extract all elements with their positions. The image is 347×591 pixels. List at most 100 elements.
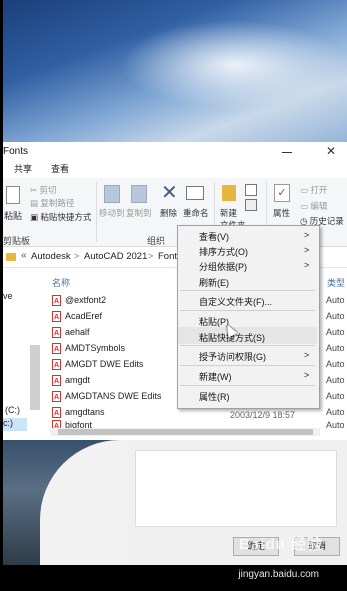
breadcrumb-autocad[interactable]: AutoCAD 2021 bbox=[84, 251, 147, 262]
open-icon: ▭ bbox=[300, 185, 311, 195]
address-overflow-chevron[interactable]: « bbox=[21, 250, 27, 261]
column-header-name[interactable]: 名称 bbox=[52, 276, 70, 289]
file-type: Auto bbox=[326, 375, 345, 385]
ribbon-separator bbox=[96, 182, 97, 242]
open-button[interactable]: ▭ 打开 bbox=[300, 184, 327, 196]
move-to-button[interactable]: 移动到 bbox=[99, 207, 125, 219]
file-type: Auto bbox=[326, 295, 345, 305]
nav-item-selected[interactable]: c:) bbox=[3, 418, 27, 431]
font-file-icon: A bbox=[52, 407, 61, 419]
minimize-button[interactable] bbox=[282, 152, 292, 153]
menu-item-sort-by[interactable]: 排序方式(O) bbox=[199, 245, 248, 258]
cut-label: 剪切 bbox=[39, 185, 57, 195]
horizontal-scrollbar-thumb[interactable] bbox=[58, 429, 313, 435]
copy-to-button[interactable]: 复制到 bbox=[126, 207, 152, 219]
rename-icon bbox=[186, 186, 204, 200]
easy-access-icon[interactable] bbox=[245, 199, 257, 211]
menu-separator bbox=[180, 385, 315, 386]
font-file-icon: A bbox=[52, 327, 61, 339]
menu-item-customize-folder[interactable]: 自定义文件夹(F)... bbox=[199, 295, 272, 308]
font-file-icon: A bbox=[52, 295, 61, 307]
submenu-arrow-icon: > bbox=[304, 230, 310, 240]
submenu-arrow-icon: > bbox=[304, 370, 310, 380]
nav-item-c-drive[interactable]: (C:) bbox=[5, 405, 20, 415]
properties-button[interactable]: 属性 bbox=[273, 207, 290, 219]
copy-to-icon bbox=[131, 185, 147, 203]
submenu-arrow-icon: > bbox=[304, 260, 310, 270]
watermark-footer: Baidu 经验 jingyan.baidu.com bbox=[0, 536, 347, 591]
file-name: amgdt bbox=[65, 375, 91, 385]
file-type: Auto bbox=[326, 391, 345, 401]
file-type: Auto bbox=[326, 407, 345, 417]
breadcrumb-separator: > bbox=[74, 251, 80, 261]
file-name: AMGDT DWE Edits bbox=[65, 359, 144, 369]
file-date: 2003/12/9 18:57 bbox=[230, 410, 296, 420]
open-label: 打开 bbox=[310, 185, 328, 195]
tab-view[interactable]: 查看 bbox=[51, 162, 69, 175]
breadcrumb-autodesk[interactable]: Autodesk bbox=[31, 251, 71, 262]
new-folder-icon bbox=[222, 185, 236, 201]
file-type: Auto bbox=[326, 359, 345, 369]
delete-icon: ✕ bbox=[161, 182, 178, 204]
nav-item-drive[interactable]: ve bbox=[3, 291, 13, 301]
submenu-arrow-icon: > bbox=[304, 245, 310, 255]
file-type: Auto bbox=[326, 327, 345, 337]
paste-button[interactable]: 粘贴 bbox=[4, 209, 22, 222]
menu-item-properties[interactable]: 属性(R) bbox=[199, 390, 230, 403]
font-file-icon: A bbox=[52, 359, 61, 371]
file-name: aehalf bbox=[65, 327, 90, 337]
file-type: Auto bbox=[326, 343, 345, 353]
menu-separator bbox=[180, 290, 315, 291]
paste-shortcut-icon: ▣ bbox=[30, 212, 41, 222]
cut-button[interactable]: ✂ 剪切 bbox=[30, 184, 57, 196]
submenu-arrow-icon: > bbox=[304, 350, 310, 360]
organize-group-label: 组织 bbox=[147, 236, 166, 246]
delete-button[interactable]: 删除 bbox=[160, 207, 177, 219]
menu-item-new[interactable]: 新建(W) bbox=[199, 370, 232, 383]
move-to-icon bbox=[104, 185, 120, 203]
menu-separator bbox=[180, 345, 315, 346]
copy-path-label: 复制路径 bbox=[40, 198, 75, 208]
file-type: Auto bbox=[326, 311, 345, 321]
menu-item-group-by[interactable]: 分组依据(P) bbox=[199, 260, 247, 273]
close-icon[interactable]: ✕ bbox=[326, 144, 336, 158]
tab-share[interactable]: 共享 bbox=[14, 162, 32, 175]
file-name: AcadEref bbox=[65, 311, 103, 321]
menu-item-view[interactable]: 查看(V) bbox=[199, 230, 229, 243]
file-type: Auto bbox=[326, 420, 345, 430]
new-folder-label-1: 新建 bbox=[220, 208, 238, 218]
rename-button[interactable]: 重命名 bbox=[183, 207, 209, 219]
properties-check-icon: ✓ bbox=[274, 184, 290, 202]
paste-shortcut-button[interactable]: ▣ 粘贴快捷方式 bbox=[30, 211, 91, 223]
font-file-icon: A bbox=[52, 343, 61, 355]
menu-separator bbox=[180, 365, 315, 366]
paste-shortcut-label: 粘贴快捷方式 bbox=[40, 212, 92, 222]
edit-button[interactable]: ▭ 编辑 bbox=[300, 200, 327, 212]
column-header-type[interactable]: 类型 bbox=[327, 276, 345, 289]
window-title: Fonts bbox=[3, 146, 29, 157]
copy-path-icon: ▤ bbox=[30, 198, 41, 208]
menu-item-give-access[interactable]: 授予访问权限(G) bbox=[199, 350, 266, 363]
watermark-url: jingyan.baidu.com bbox=[238, 569, 319, 580]
breadcrumb-separator: > bbox=[148, 251, 154, 261]
wallpaper-cloud bbox=[120, 20, 347, 110]
new-item-icon[interactable] bbox=[245, 184, 257, 196]
file-name: amgdtans bbox=[65, 407, 105, 417]
file-name: AMDTSymbols bbox=[65, 343, 126, 353]
nav-item-selected-label: c:) bbox=[3, 418, 13, 428]
font-file-icon: A bbox=[52, 375, 61, 387]
folder-icon bbox=[6, 253, 16, 261]
menu-item-refresh[interactable]: 刷新(E) bbox=[199, 276, 229, 289]
font-file-icon: A bbox=[52, 311, 61, 323]
edit-label: 编辑 bbox=[310, 201, 328, 211]
font-file-icon: A bbox=[52, 391, 61, 403]
background-dialog-panel bbox=[135, 450, 337, 527]
copy-path-button[interactable]: ▤ 复制路径 bbox=[30, 197, 74, 209]
file-name: AMGDTANS DWE Edits bbox=[65, 391, 162, 401]
baidu-jingyan-logo: Baidu 经验 bbox=[239, 536, 323, 553]
paste-icon bbox=[6, 186, 20, 204]
nav-scrollbar-thumb[interactable] bbox=[30, 345, 40, 410]
edit-icon: ▭ bbox=[300, 201, 311, 211]
clipboard-group-label: 剪贴板 bbox=[3, 236, 31, 246]
file-name: @extfont2 bbox=[65, 295, 107, 305]
